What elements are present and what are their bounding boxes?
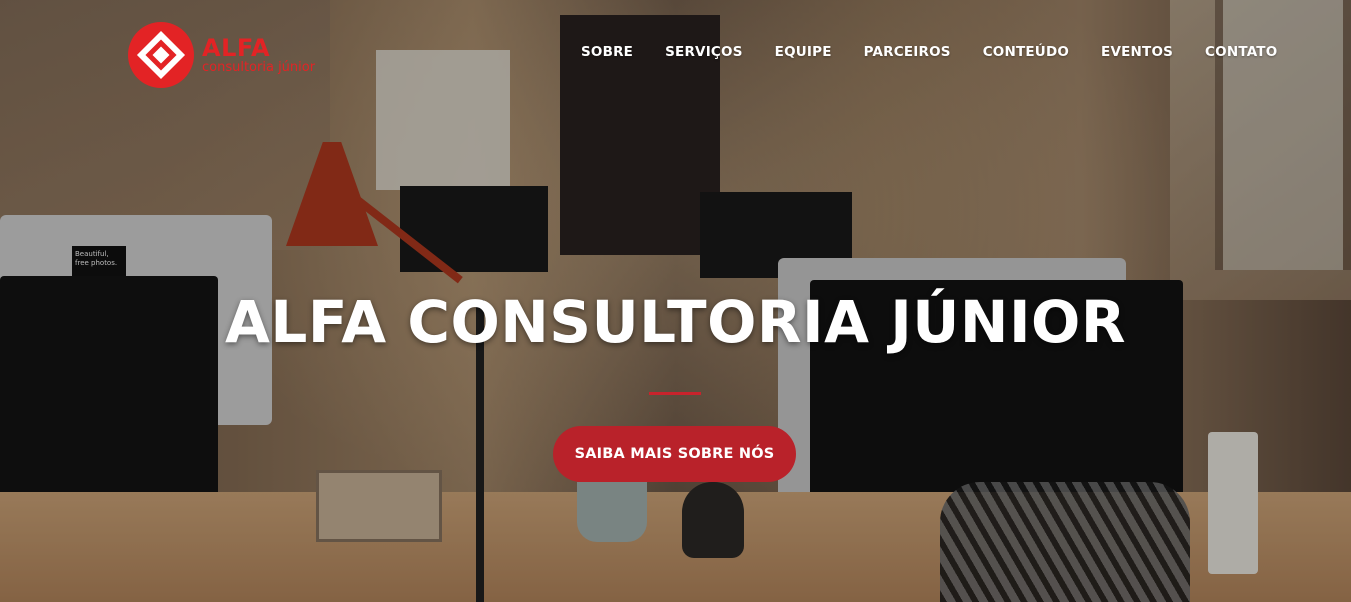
nav-item-equipe[interactable]: EQUIPE [775, 44, 832, 60]
hero-title: ALFA CONSULTORIA JÚNIOR [225, 288, 1126, 356]
learn-more-button[interactable]: SAIBA MAIS SOBRE NÓS [553, 426, 796, 482]
brand-name: ALFA [202, 34, 271, 62]
title-divider [649, 392, 701, 395]
nav-item-servicos[interactable]: SERVIÇOS [665, 44, 743, 60]
nav-item-conteudo[interactable]: CONTEÚDO [983, 44, 1069, 60]
alfa-logo-icon [128, 22, 194, 88]
brand-tagline: consultoria júnior [202, 60, 316, 75]
brand-logo[interactable]: ALFA consultoria júnior [128, 22, 315, 88]
hero-section: Beautiful, free photos. ALFA consultoria… [0, 0, 1351, 602]
main-navigation: SOBRE SERVIÇOS EQUIPE PARCEIROS CONTEÚDO… [565, 44, 1293, 60]
nav-item-eventos[interactable]: EVENTOS [1101, 44, 1173, 60]
nav-item-sobre[interactable]: SOBRE [581, 44, 633, 60]
nav-item-contato[interactable]: CONTATO [1205, 44, 1277, 60]
brand-text: ALFA consultoria júnior [202, 36, 315, 74]
nav-item-parceiros[interactable]: PARCEIROS [864, 44, 951, 60]
